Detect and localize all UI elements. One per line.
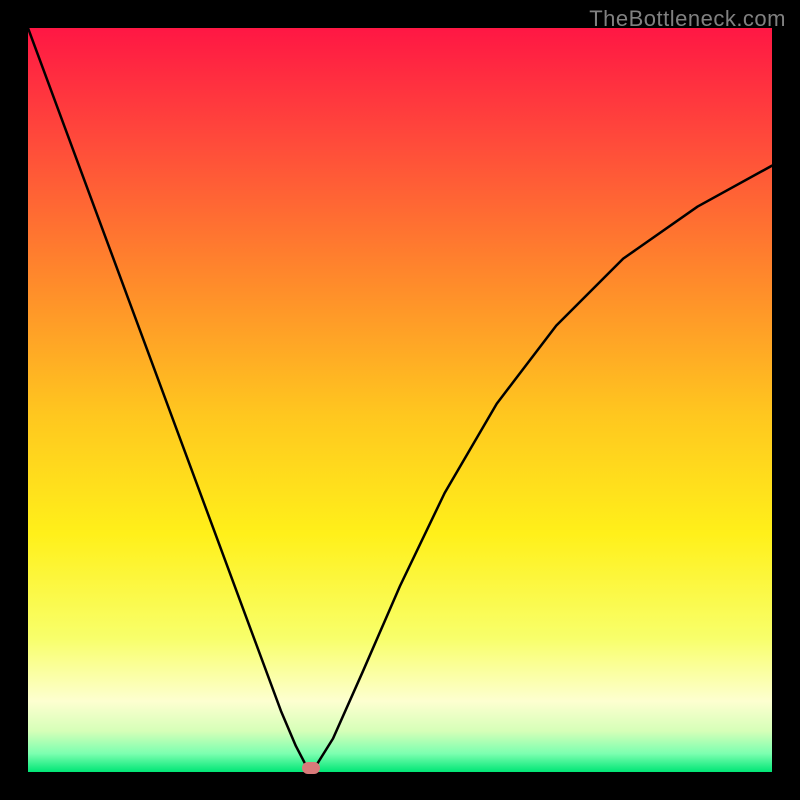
gradient-background bbox=[28, 28, 772, 772]
plot-svg bbox=[28, 28, 772, 772]
optimal-marker bbox=[302, 762, 320, 774]
watermark-text: TheBottleneck.com bbox=[589, 6, 786, 32]
plot-area bbox=[28, 28, 772, 772]
chart-frame: TheBottleneck.com bbox=[0, 0, 800, 800]
